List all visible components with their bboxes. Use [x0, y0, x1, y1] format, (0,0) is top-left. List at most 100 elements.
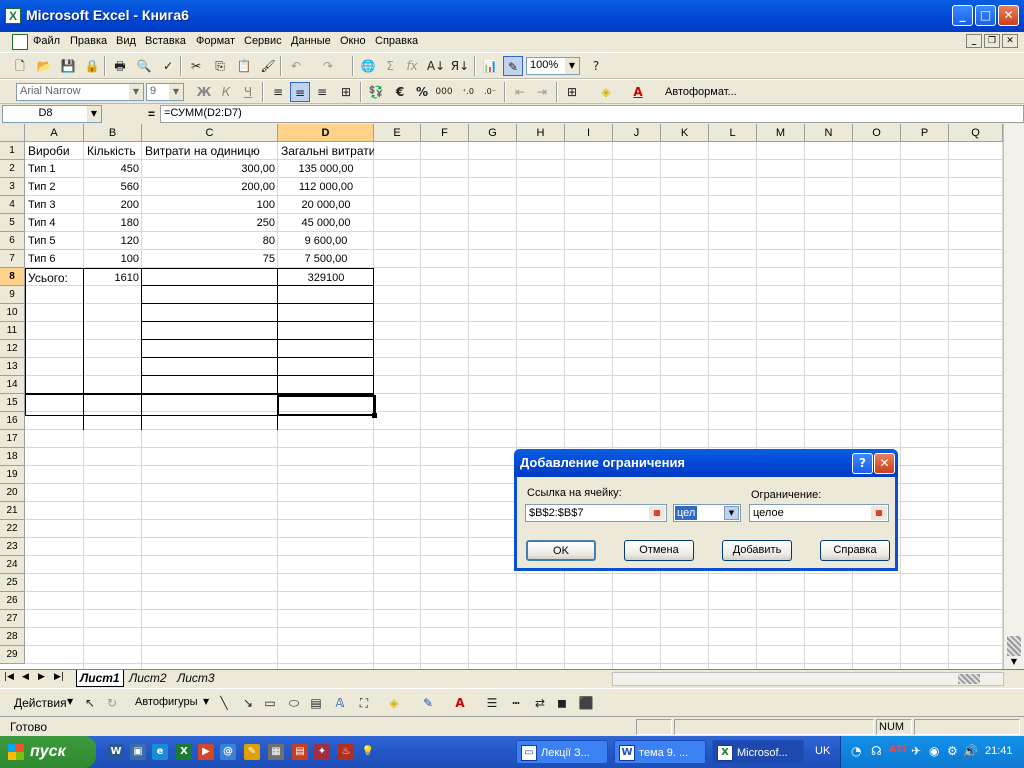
collapse-dialog-icon[interactable]: ▦ [649, 506, 665, 520]
excel-quick-icon[interactable]: X [176, 744, 192, 760]
format-painter-icon[interactable]: 🖌 [258, 56, 278, 76]
constraint-input[interactable]: целое ▦ [749, 504, 889, 522]
maximize-icon[interactable]: □ [975, 5, 996, 26]
column-header[interactable]: I [565, 124, 613, 142]
table-cell[interactable]: 9 600,00 [278, 232, 374, 250]
shadow-icon[interactable]: ◼ [552, 693, 572, 713]
sort-descending-icon[interactable]: Я↓ [450, 56, 470, 76]
menu-format[interactable]: Формат [196, 35, 235, 47]
media-icon[interactable]: ▶ [198, 744, 214, 760]
rotate-icon[interactable]: ↻ [102, 693, 122, 713]
table-cell[interactable]: Тип 6 [25, 250, 84, 268]
task-button-word[interactable]: Wтема 9. ... [614, 740, 706, 764]
dialog-help-icon[interactable]: ? [852, 453, 873, 474]
dash-style-icon[interactable]: ┅ [506, 693, 526, 713]
help-button[interactable]: Справка [820, 540, 890, 561]
chevron-down-icon[interactable]: ▼ [129, 84, 143, 100]
help-icon[interactable]: ? [586, 56, 606, 76]
close-icon[interactable]: ✕ [998, 5, 1019, 26]
redo-icon[interactable]: ↷ [318, 56, 338, 76]
row-header[interactable]: 24 [0, 556, 25, 574]
chevron-down-icon[interactable]: ▼ [724, 506, 739, 520]
formula-input[interactable]: =СУММ(D2:D7) [160, 105, 1024, 123]
row-header[interactable]: 12 [0, 340, 25, 358]
table-cell[interactable]: 200,00 [142, 178, 278, 196]
tab-sheet1[interactable]: Лист1 [76, 670, 124, 687]
row-header[interactable]: 23 [0, 538, 25, 556]
row-header[interactable]: 3 [0, 178, 25, 196]
operator-select[interactable]: цел ▼ [673, 504, 741, 522]
column-header[interactable]: C [142, 124, 278, 142]
tray-icon-5[interactable]: ⚙ [947, 744, 958, 758]
task-button-excel[interactable]: X Microsof... [712, 740, 804, 764]
spreadsheet-grid[interactable]: ABCDEFGHIJKLMNOPQ 1 2 3 4 5 6 7 8 9 10 11 12 13 14 15 1… [0, 124, 1003, 669]
row-header[interactable]: 27 [0, 610, 25, 628]
tab-sheet3[interactable]: Лист3 [174, 670, 218, 687]
row-header[interactable]: 14 [0, 376, 25, 394]
keyboard-icon[interactable]: ▦ [268, 744, 284, 760]
menu-help[interactable]: Справка [375, 35, 418, 47]
hscroll-thumb[interactable] [958, 674, 980, 684]
borders-icon[interactable]: ⊞ [562, 82, 582, 102]
align-left-icon[interactable]: ≡ [268, 82, 288, 102]
decrease-decimal-icon[interactable]: .0⁻ [480, 82, 500, 102]
actions-menu[interactable]: Действия [14, 696, 67, 710]
row-header[interactable]: 19 [0, 466, 25, 484]
textbox-icon[interactable]: ▤ [306, 693, 326, 713]
cancel-button[interactable]: Отмена [624, 540, 694, 561]
table-cell[interactable]: 75 [142, 250, 278, 268]
table-cell[interactable]: 20 000,00 [278, 196, 374, 214]
euro-icon[interactable]: € [390, 82, 410, 102]
align-right-icon[interactable]: ≡ [312, 82, 332, 102]
table-header-cell[interactable]: Вироби [25, 142, 84, 160]
spelling-icon[interactable]: ✓ [158, 56, 178, 76]
ie-icon[interactable]: e [152, 744, 168, 760]
open-icon[interactable]: 📂 [34, 56, 54, 76]
menu-data[interactable]: Данные [291, 35, 331, 47]
cut-icon[interactable]: ✂ [186, 56, 206, 76]
row-header[interactable]: 10 [0, 304, 25, 322]
column-header[interactable]: M [757, 124, 805, 142]
undo-icon[interactable]: ↶ [286, 56, 306, 76]
cell-ref-input[interactable]: $B$2:$B$7 ▦ [525, 504, 667, 522]
tab-next-icon[interactable]: ▶ [38, 672, 45, 682]
column-header[interactable]: H [517, 124, 565, 142]
row-header[interactable]: 11 [0, 322, 25, 340]
table-cell[interactable]: 100 [142, 196, 278, 214]
permission-icon[interactable]: 🔒 [82, 56, 102, 76]
doc-minimize-icon[interactable]: _ [966, 34, 982, 48]
font-combo[interactable]: Arial Narrow ▼ [16, 83, 144, 101]
line-color-icon[interactable]: ✎ [418, 693, 438, 713]
align-center-icon[interactable]: ≡ [290, 82, 310, 102]
diagram-icon[interactable]: ⛶ [354, 693, 374, 713]
row-header[interactable]: 1 [0, 142, 25, 160]
word-icon[interactable]: W [108, 744, 124, 760]
scroll-thumb[interactable] [1007, 636, 1021, 656]
column-header[interactable]: K [661, 124, 709, 142]
row-header[interactable]: 8 [0, 268, 25, 286]
column-header[interactable]: O [853, 124, 901, 142]
doc-restore-icon[interactable]: ❐ [984, 34, 1000, 48]
doc-close-icon[interactable]: ✕ [1002, 34, 1018, 48]
active-cell-selection[interactable] [277, 395, 376, 416]
add-button[interactable]: Добавить [722, 540, 792, 561]
table-header-cell[interactable]: Загальні витрати [278, 142, 374, 160]
zoom-combo[interactable]: 100% ▼ [526, 57, 580, 75]
row-header[interactable]: 18 [0, 448, 25, 466]
function-icon[interactable]: fx [402, 56, 422, 76]
start-button[interactable]: пуск [0, 736, 96, 768]
arrow-style-icon[interactable]: ⇄ [530, 693, 550, 713]
increase-indent-icon[interactable]: ⇥ [532, 82, 552, 102]
tray-icon-3[interactable]: ✈ [911, 744, 921, 758]
font-size-combo[interactable]: 9 ▼ [146, 83, 184, 101]
autoshapes-menu[interactable]: Автофигуры [135, 696, 198, 708]
row-header[interactable]: 4 [0, 196, 25, 214]
chevron-down-icon[interactable]: ▼ [87, 106, 101, 122]
network-icon[interactable]: @ [220, 744, 236, 760]
table-cell[interactable]: 300,00 [142, 160, 278, 178]
column-header[interactable]: E [374, 124, 421, 142]
row-header[interactable]: 13 [0, 358, 25, 376]
table-cell[interactable]: 112 000,00 [278, 178, 374, 196]
hyperlink-icon[interactable]: 🌐 [358, 56, 378, 76]
paste-icon[interactable]: 📋 [234, 56, 254, 76]
